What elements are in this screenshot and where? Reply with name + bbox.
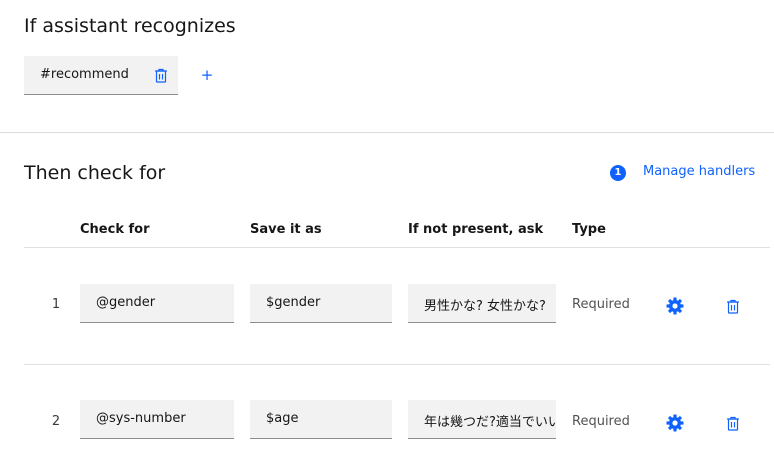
save-as-value: $gender xyxy=(266,295,321,310)
check-for-field[interactable]: @sys-number xyxy=(80,400,234,439)
ask-value: 男性かな? 女性かな? xyxy=(424,299,546,314)
condition-section-title: If assistant recognizes xyxy=(24,15,236,37)
header-divider xyxy=(24,247,770,248)
ask-field[interactable]: 年は幾つだ?適当でいいよ xyxy=(408,400,556,439)
type-label[interactable]: Required xyxy=(572,414,630,429)
header-check-for: Check for xyxy=(80,222,150,237)
type-label[interactable]: Required xyxy=(572,297,630,312)
trash-icon[interactable] xyxy=(154,68,168,87)
checks-section-title: Then check for xyxy=(24,162,166,184)
save-as-field[interactable]: $age xyxy=(250,400,392,439)
header-ask: If not present, ask xyxy=(408,222,544,237)
check-for-field[interactable]: @gender xyxy=(80,284,234,323)
row-divider xyxy=(24,364,770,365)
condition-tag[interactable]: #recommend xyxy=(24,56,178,95)
trash-icon[interactable] xyxy=(723,413,743,433)
header-type: Type xyxy=(572,222,606,237)
check-for-value: @sys-number xyxy=(96,411,186,426)
manage-handlers-link[interactable]: Manage handlers xyxy=(643,164,755,179)
section-divider xyxy=(0,132,774,133)
row-number: 2 xyxy=(51,414,61,429)
row-number: 1 xyxy=(51,297,61,312)
gear-icon[interactable] xyxy=(665,296,685,316)
handler-count-badge: 1 xyxy=(610,165,626,181)
ask-field[interactable]: 男性かな? 女性かな? xyxy=(408,284,556,323)
save-as-value: $age xyxy=(266,411,299,426)
check-for-value: @gender xyxy=(96,295,156,310)
ask-value: 年は幾つだ?適当でいいよ xyxy=(424,415,556,430)
trash-icon[interactable] xyxy=(723,296,743,316)
header-save-as: Save it as xyxy=(250,222,322,237)
condition-tag-text: #recommend xyxy=(40,67,129,82)
gear-icon[interactable] xyxy=(665,413,685,433)
save-as-field[interactable]: $gender xyxy=(250,284,392,323)
add-condition-button[interactable]: + xyxy=(199,66,215,84)
